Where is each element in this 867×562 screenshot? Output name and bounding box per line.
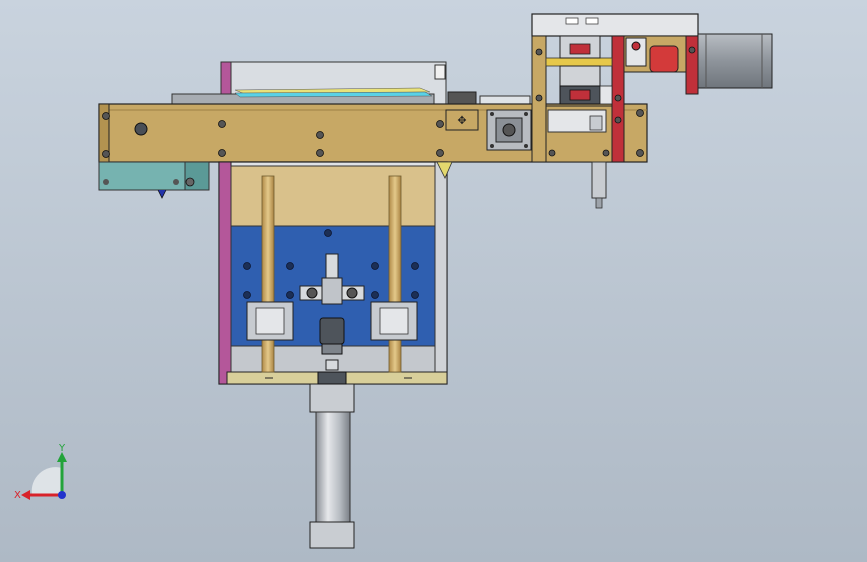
gear-train[interactable] (545, 35, 613, 105)
y-axis-label: Y (58, 443, 66, 454)
pneumatic-cylinder[interactable] (309, 371, 355, 549)
x-axis-label: X (14, 490, 21, 501)
drive-frame[interactable] (531, 13, 699, 163)
assembly-model[interactable]: ✥ (0, 0, 867, 562)
probe-rod[interactable] (591, 161, 607, 209)
top-cover (171, 61, 531, 107)
svg-text:✥: ✥ (457, 114, 466, 127)
cad-viewport[interactable]: ✥ Y X (0, 0, 867, 562)
axis-triad: Y X (14, 443, 67, 501)
side-bracket[interactable] (98, 161, 210, 199)
z-axis-icon (58, 491, 66, 499)
